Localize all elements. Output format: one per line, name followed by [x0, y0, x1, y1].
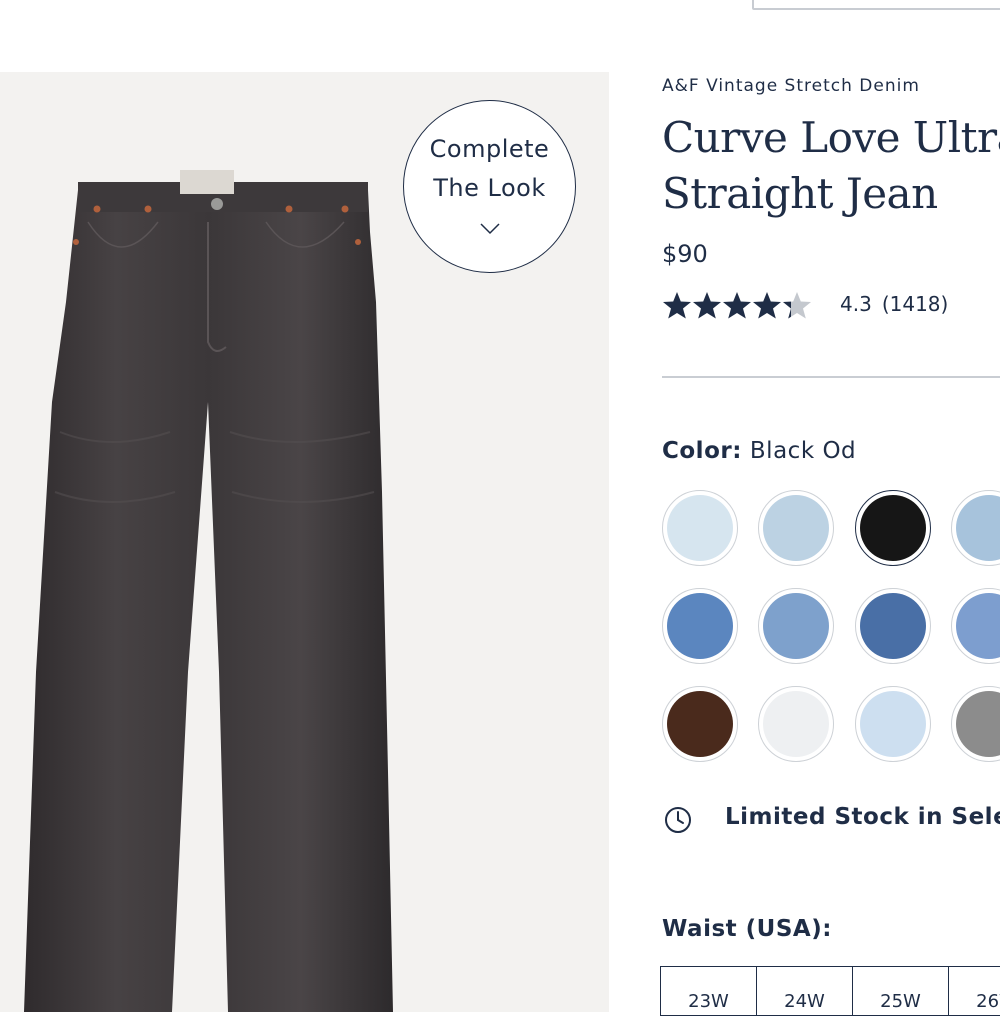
complete-the-look-button[interactable]: Complete The Look — [403, 100, 576, 273]
stock-text: Limited Stock in Sele — [725, 804, 1000, 830]
color-swatch[interactable] — [855, 686, 931, 762]
color-swatch-fill — [763, 495, 829, 561]
collection-name: A&F Vintage Stretch Denim — [662, 76, 920, 96]
color-swatch[interactable] — [758, 490, 834, 566]
color-swatch[interactable] — [855, 490, 931, 566]
color-swatch[interactable] — [951, 588, 1000, 664]
divider — [662, 376, 1000, 378]
size-label: 25W — [880, 991, 921, 1012]
product-title: Curve Love Ultra Straight Jean — [662, 110, 1000, 222]
color-swatch[interactable] — [855, 588, 931, 664]
color-swatch-fill — [860, 593, 926, 659]
color-swatch[interactable] — [662, 588, 738, 664]
size-option[interactable]: 25W — [852, 966, 949, 1016]
clock-icon — [665, 807, 691, 833]
color-swatch[interactable] — [758, 686, 834, 762]
size-option[interactable]: 26W — [948, 966, 1000, 1016]
size-option[interactable]: 24W — [756, 966, 853, 1016]
complete-the-look-label-2: The Look — [433, 174, 546, 202]
product-title-line2: Straight Jean — [662, 169, 938, 218]
color-swatch-fill — [763, 691, 829, 757]
color-swatch[interactable] — [662, 490, 738, 566]
star-rating[interactable] — [662, 290, 822, 322]
color-swatch-fill — [763, 593, 829, 659]
search-box[interactable] — [752, 0, 1000, 10]
complete-the-look-label-1: Complete — [429, 135, 550, 163]
color-swatch[interactable] — [951, 490, 1000, 566]
selected-color-name: Black Od — [749, 438, 857, 464]
color-swatch-fill — [956, 691, 1000, 757]
color-swatch[interactable] — [951, 686, 1000, 762]
color-swatch-fill — [860, 691, 926, 757]
waist-label: Waist (USA): — [662, 916, 832, 942]
size-option[interactable]: 23W — [660, 966, 757, 1016]
color-swatch-fill — [667, 495, 733, 561]
product-title-line1: Curve Love Ultra — [662, 113, 1000, 162]
rating-value: 4.3 — [840, 292, 872, 316]
rating-count: (1418) — [881, 292, 949, 316]
color-swatch[interactable] — [662, 686, 738, 762]
color-label: Color: — [662, 438, 742, 464]
color-swatch-fill — [956, 593, 1000, 659]
product-price: $90 — [662, 240, 708, 268]
star-icon — [723, 292, 751, 319]
star-icon — [693, 292, 721, 319]
color-swatch-fill — [860, 495, 926, 561]
color-swatch[interactable] — [758, 588, 834, 664]
color-swatch-fill — [667, 691, 733, 757]
size-label: 24W — [784, 991, 825, 1012]
color-swatch-fill — [956, 495, 1000, 561]
rating-summary[interactable]: 4.3 (1418) — [840, 292, 958, 316]
color-selection: Color: Black Od — [662, 438, 856, 464]
chevron-down-icon — [480, 223, 500, 235]
product-image[interactable]: Complete The Look — [0, 72, 609, 1012]
size-label: 23W — [688, 991, 729, 1012]
star-icon — [753, 292, 781, 319]
color-swatch-fill — [667, 593, 733, 659]
size-label: 26W — [976, 991, 1000, 1012]
star-icon — [663, 292, 691, 319]
